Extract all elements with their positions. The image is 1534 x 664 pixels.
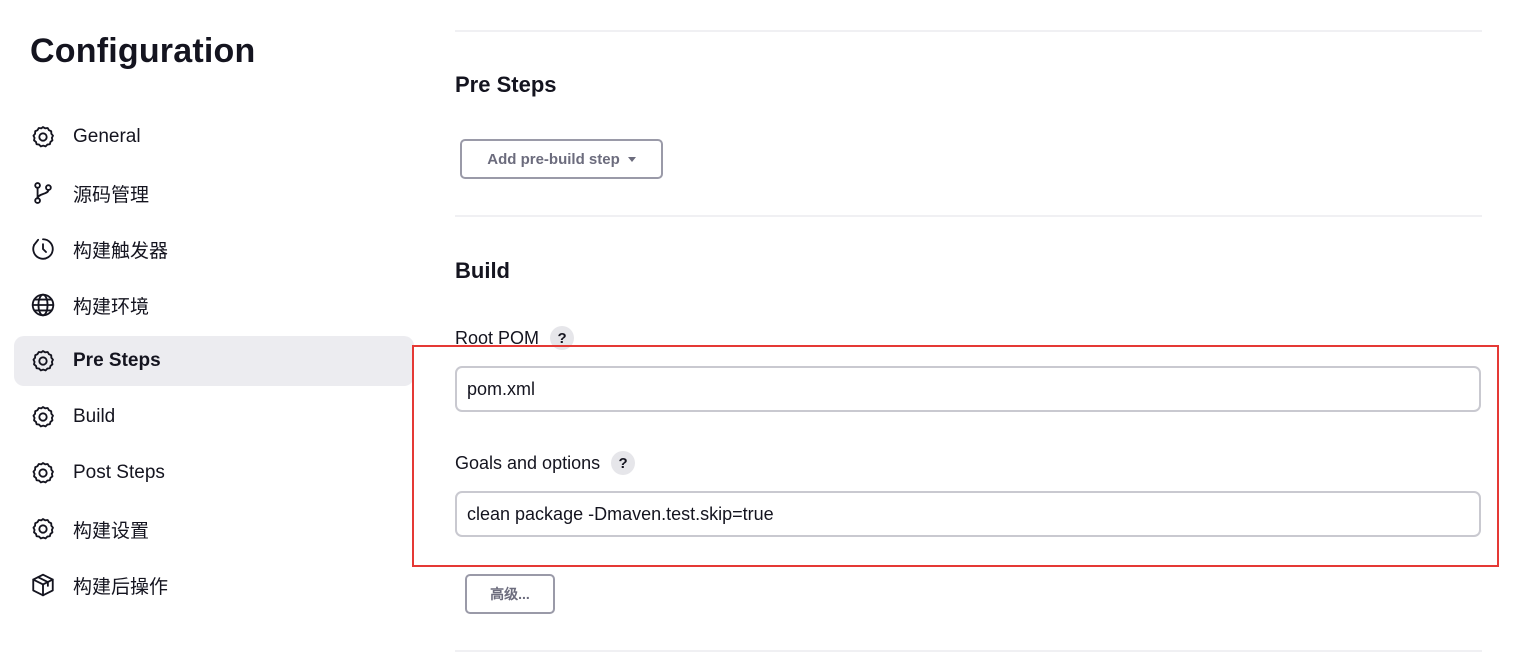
sidebar-item-label: Pre Steps	[73, 350, 161, 371]
sidebar-item-label: General	[73, 126, 141, 147]
sidebar-item-build-triggers[interactable]: 构建触发器	[14, 224, 414, 274]
sidebar-item-build-settings[interactable]: 构建设置	[14, 504, 414, 554]
sidebar-item-pre-steps[interactable]: Pre Steps	[14, 336, 414, 386]
root-pom-input[interactable]	[455, 366, 1481, 412]
goals-input[interactable]	[455, 491, 1481, 537]
add-pre-build-step-label: Add pre-build step	[487, 150, 620, 168]
main-content: Pre Steps Add pre-build step Build Root …	[455, 0, 1482, 664]
sidebar-item-general[interactable]: General	[14, 112, 414, 162]
page-title: Configuration	[30, 32, 256, 70]
sidebar-item-post-build-actions[interactable]: 构建后操作	[14, 560, 414, 610]
root-pom-label-text: Root POM	[455, 327, 540, 348]
sidebar-nav: General 源码管理 构建触发器 构建环境 Pre Steps Build …	[14, 112, 414, 616]
gear-icon	[30, 348, 56, 374]
help-icon[interactable]: ?	[611, 451, 636, 475]
add-pre-build-step-button[interactable]: Add pre-build step	[460, 139, 663, 179]
sidebar-item-label: 源码管理	[73, 184, 150, 206]
sidebar-item-label: 构建触发器	[73, 240, 169, 262]
sidebar-item-build-environment[interactable]: 构建环境	[14, 280, 414, 330]
goals-label-text: Goals and options	[455, 452, 601, 473]
gear-icon	[30, 404, 56, 430]
section-divider	[455, 650, 1482, 652]
package-icon	[30, 572, 56, 598]
section-divider	[455, 30, 1482, 32]
section-divider	[455, 215, 1482, 217]
help-icon[interactable]: ?	[550, 326, 575, 350]
gear-icon	[30, 124, 56, 150]
sidebar-item-label: 构建后操作	[73, 576, 169, 598]
sidebar-item-label: 构建环境	[73, 296, 150, 318]
sidebar-item-label: 构建设置	[73, 520, 150, 542]
sidebar-item-source-control[interactable]: 源码管理	[14, 168, 414, 218]
gear-icon	[30, 516, 56, 542]
advanced-button-label: 高级...	[490, 586, 530, 602]
caret-down-icon	[627, 157, 636, 162]
sidebar-item-build[interactable]: Build	[14, 392, 414, 442]
pre-steps-title: Pre Steps	[455, 72, 557, 97]
sidebar: Configuration General 源码管理 构建触发器 构建环境 Pr…	[0, 0, 420, 664]
branch-icon	[30, 180, 56, 206]
gear-icon	[30, 460, 56, 486]
root-pom-label: Root POM ?	[455, 326, 575, 350]
sidebar-item-label: Build	[73, 406, 116, 427]
sidebar-item-label: Post Steps	[73, 462, 165, 483]
goals-label: Goals and options ?	[455, 451, 636, 475]
globe-icon	[30, 292, 56, 318]
build-title: Build	[455, 258, 510, 283]
advanced-button[interactable]: 高级...	[465, 574, 555, 614]
sidebar-item-post-steps[interactable]: Post Steps	[14, 448, 414, 498]
timer-icon	[30, 236, 56, 262]
